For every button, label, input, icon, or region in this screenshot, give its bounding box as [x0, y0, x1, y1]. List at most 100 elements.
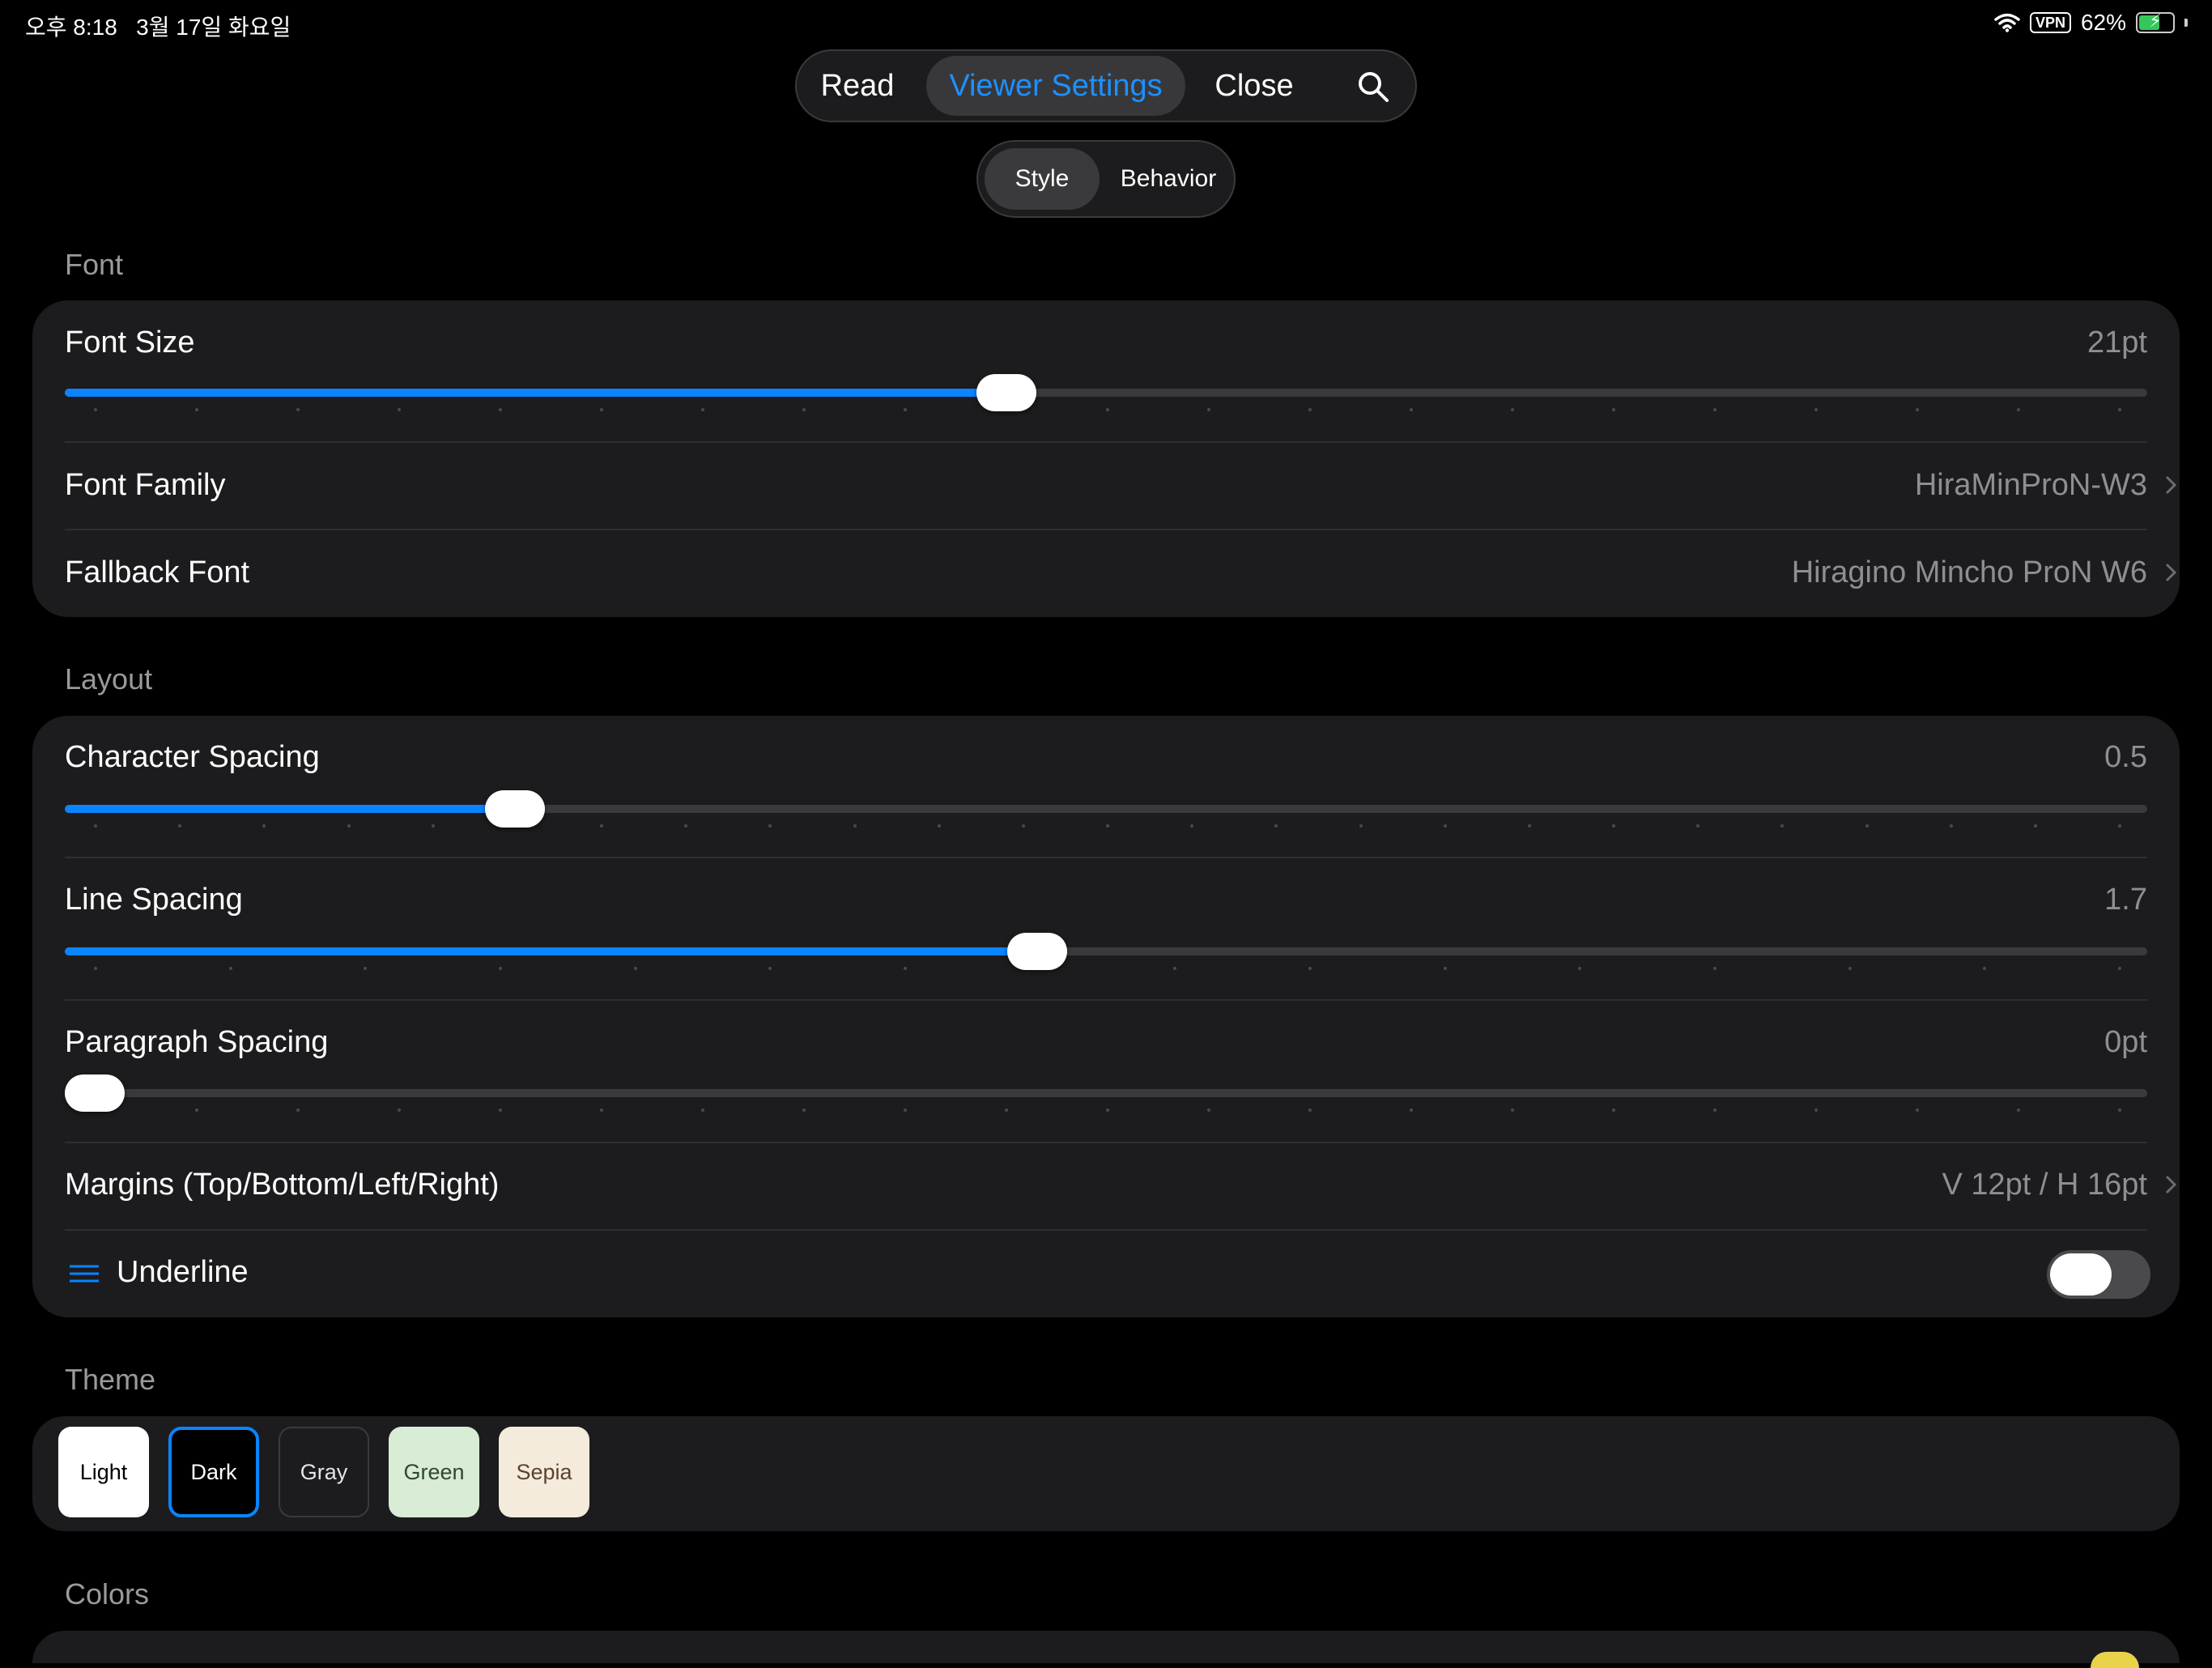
theme-sepia-button[interactable]: Sepia: [499, 1427, 589, 1517]
font-family-value[interactable]: HiraMinProN-W3: [1915, 468, 2147, 503]
underline-label: Underline: [117, 1255, 249, 1289]
theme-green-button[interactable]: Green: [389, 1427, 479, 1517]
fallback-font-value[interactable]: Hiragino Mincho ProN W6: [1792, 555, 2147, 590]
tab-style[interactable]: Style: [985, 148, 1100, 210]
line-spacing-label: Line Spacing: [65, 883, 243, 917]
tab-behavior[interactable]: Behavior: [1108, 142, 1229, 216]
slider-tick: [296, 1108, 300, 1112]
slider-tick: [1443, 967, 1447, 970]
slider-tick: [2118, 967, 2121, 970]
slider-tick: [2017, 408, 2020, 411]
color-swatch[interactable]: [2091, 1652, 2139, 1668]
colors-section-title: Colors: [65, 1577, 150, 1611]
slider-tick: [262, 824, 266, 828]
battery-icon: ⚡: [2136, 11, 2175, 33]
slider-tick: [1410, 408, 1413, 411]
status-date: 3월 17일 화요일: [136, 15, 291, 40]
slider-thumb[interactable]: [976, 374, 1036, 411]
slider-fill: [65, 947, 1038, 955]
theme-gray-button[interactable]: Gray: [279, 1427, 369, 1517]
slider-tick: [1207, 408, 1210, 411]
font-family-label: Font Family: [65, 468, 226, 502]
theme-light-button[interactable]: Light: [58, 1427, 149, 1517]
line-spacing-value: 1.7: [2104, 883, 2147, 917]
slider-tick: [2118, 824, 2121, 828]
search-icon[interactable]: [1355, 69, 1391, 104]
slider-tick: [347, 824, 351, 828]
slider-tick: [600, 408, 603, 411]
font-size-label: Font Size: [65, 326, 195, 360]
divider: [65, 441, 2147, 443]
line-spacing-slider[interactable]: [65, 933, 2147, 970]
slider-tick: [1780, 824, 1784, 828]
slider-thumb[interactable]: [65, 1074, 125, 1112]
slider-tick: [178, 824, 182, 828]
underline-toggle[interactable]: [2047, 1250, 2150, 1299]
close-button[interactable]: Close: [1210, 51, 1299, 121]
slider-ticks: [65, 1108, 2147, 1112]
chevron-right-icon: [2165, 475, 2176, 495]
underline-lines-icon: [70, 1265, 99, 1283]
battery-tip: [2184, 19, 2188, 27]
slider-ticks: [65, 408, 2147, 411]
slider-tick: [802, 408, 806, 411]
slider-tick: [684, 824, 688, 828]
divider: [65, 529, 2147, 530]
margins-value[interactable]: V 12pt / H 16pt: [1942, 1168, 2148, 1202]
slider-tick: [1612, 408, 1615, 411]
theme-dark-button[interactable]: Dark: [168, 1427, 259, 1517]
slider-tick: [1359, 824, 1363, 828]
divider: [65, 1229, 2147, 1231]
slider-tick: [431, 824, 435, 828]
read-button[interactable]: Read: [813, 51, 902, 121]
top-navigation: Read Viewer Settings Close: [795, 49, 1417, 122]
slider-tick: [1021, 824, 1025, 828]
font-section-title: Font: [65, 248, 124, 281]
slider-tick: [195, 1108, 198, 1112]
slider-tick: [1106, 408, 1109, 411]
slider-tick: [1848, 967, 1852, 970]
slider-tick: [937, 824, 941, 828]
slider-tick: [1713, 1108, 1716, 1112]
slider-tick: [1949, 824, 1953, 828]
wifi-icon: [1994, 13, 2020, 32]
slider-tick: [1173, 967, 1177, 970]
slider-tick: [398, 408, 401, 411]
slider-tick: [904, 408, 907, 411]
style-behavior-segment: Style Behavior: [976, 140, 1236, 218]
colors-card: [32, 1631, 2180, 1663]
slider-tick: [904, 1108, 907, 1112]
slider-tick: [1983, 967, 1987, 970]
slider-tick: [2118, 1108, 2121, 1112]
character-spacing-slider[interactable]: [65, 790, 2147, 828]
vpn-badge: VPN: [2029, 12, 2071, 33]
slider-tick: [904, 967, 907, 970]
slider-tick: [1005, 1108, 1008, 1112]
slider-tick: [768, 824, 772, 828]
paragraph-spacing-slider[interactable]: [65, 1074, 2147, 1112]
character-spacing-value: 0.5: [2104, 740, 2147, 774]
viewer-settings-tab[interactable]: Viewer Settings: [926, 56, 1185, 116]
font-size-slider[interactable]: [65, 374, 2147, 411]
slider-tick: [1308, 408, 1312, 411]
slider-fill: [65, 389, 1006, 397]
slider-tick: [701, 1108, 704, 1112]
slider-tick: [853, 824, 857, 828]
divider: [65, 999, 2147, 1001]
status-time: 오후 8:18: [25, 15, 117, 40]
slider-tick: [94, 408, 97, 411]
slider-tick: [228, 967, 232, 970]
slider-tick: [499, 967, 502, 970]
charging-bolt-icon: ⚡: [2149, 11, 2162, 31]
slider-ticks: [65, 824, 2147, 828]
chevron-right-icon: [2165, 1175, 2176, 1194]
slider-tick: [1410, 1108, 1413, 1112]
slider-tick: [1814, 1108, 1818, 1112]
slider-thumb[interactable]: [1007, 933, 1068, 970]
layout-section-title: Layout: [65, 662, 153, 696]
slider-tick: [499, 1108, 502, 1112]
slider-tick: [1308, 1108, 1312, 1112]
slider-tick: [1511, 1108, 1514, 1112]
slider-thumb[interactable]: [484, 790, 545, 828]
slider-tick: [94, 967, 97, 970]
